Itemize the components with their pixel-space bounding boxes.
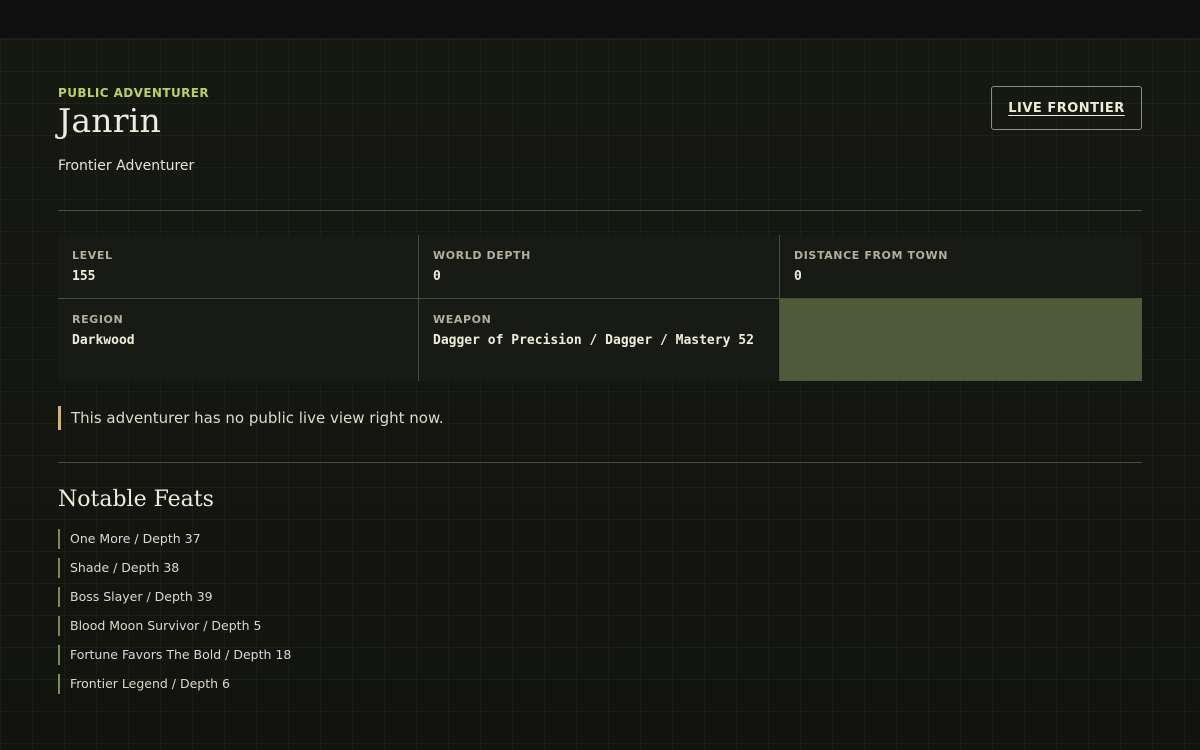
feat-item: Frontier Legend / Depth 6 (58, 674, 291, 694)
feats-list: One More / Depth 37 Shade / Depth 38 Bos… (58, 529, 291, 703)
feat-item: Boss Slayer / Depth 39 (58, 587, 291, 607)
stat-value: Darkwood (72, 333, 135, 348)
stat-value: 155 (72, 269, 96, 284)
feat-item: Blood Moon Survivor / Depth 5 (58, 616, 291, 636)
live-view-notice: This adventurer has no public live view … (58, 406, 444, 430)
stat-value: 0 (433, 269, 441, 284)
adventurer-class: Frontier Adventurer (58, 158, 195, 174)
stat-value: 0 (794, 269, 802, 284)
stat-label: WORLD DEPTH (433, 249, 531, 262)
top-bar (0, 0, 1200, 39)
stat-distance-from-town: DISTANCE FROM TOWN 0 (780, 235, 1142, 299)
stat-label: LEVEL (72, 249, 113, 262)
stat-weapon: WEAPON Dagger of Precision / Dagger / Ma… (419, 299, 780, 381)
adventurer-name: Janrin (58, 101, 161, 140)
stat-level: LEVEL 155 (58, 235, 419, 299)
empty-stat-cell (780, 299, 1142, 381)
stat-label: REGION (72, 313, 124, 326)
stat-label: WEAPON (433, 313, 492, 326)
divider (58, 462, 1142, 463)
stat-label: DISTANCE FROM TOWN (794, 249, 949, 262)
stat-region: REGION Darkwood (58, 299, 419, 381)
stats-grid: LEVEL 155 WORLD DEPTH 0 DISTANCE FROM TO… (58, 235, 1142, 381)
profile-eyebrow: PUBLIC ADVENTURER (58, 86, 209, 100)
divider (58, 210, 1142, 211)
feat-item: One More / Depth 37 (58, 529, 291, 549)
feats-heading: Notable Feats (58, 487, 214, 512)
stat-world-depth: WORLD DEPTH 0 (419, 235, 780, 299)
feat-item: Shade / Depth 38 (58, 558, 291, 578)
live-frontier-button[interactable]: LIVE FRONTIER (991, 86, 1142, 130)
stat-value: Dagger of Precision / Dagger / Mastery 5… (433, 333, 754, 348)
feat-item: Fortune Favors The Bold / Depth 18 (58, 645, 291, 665)
adventurer-page: PUBLIC ADVENTURER Janrin Frontier Advent… (0, 39, 1200, 750)
